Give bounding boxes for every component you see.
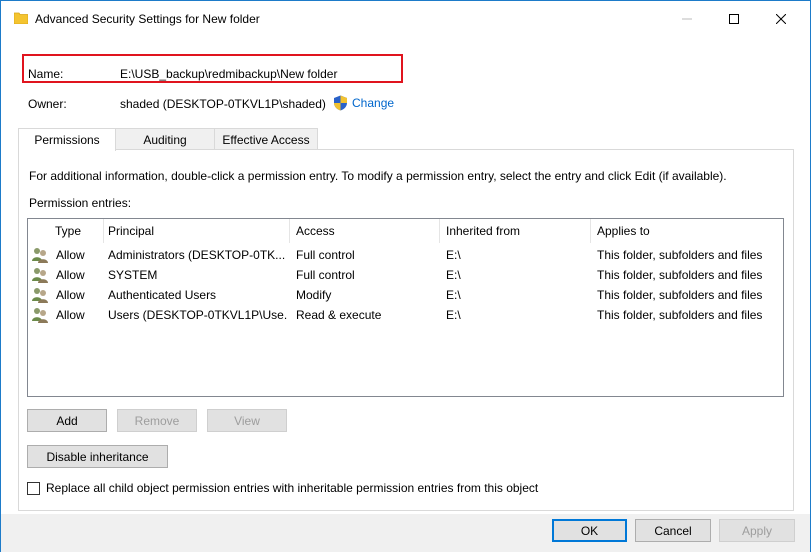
- view-button-label: View: [234, 413, 260, 428]
- info-text: For additional information, double-click…: [29, 169, 727, 183]
- users-icon: [32, 308, 48, 323]
- table-row[interactable]: Allow Authenticated Users Modify E:\ Thi…: [28, 285, 783, 305]
- ok-button-label: OK: [580, 523, 599, 538]
- tab-permissions[interactable]: Permissions: [18, 128, 116, 151]
- minimize-icon: [682, 18, 692, 20]
- table-row[interactable]: Allow Administrators (DESKTOP-0TK... Ful…: [28, 245, 783, 265]
- tab-permissions-label: Permissions: [34, 133, 100, 147]
- column-header-inherited-from[interactable]: Inherited from: [440, 219, 591, 243]
- permission-entries-list[interactable]: Type Principal Access Inherited from App…: [27, 218, 784, 397]
- cell-applies-to: This folder, subfolders and files: [597, 288, 763, 302]
- apply-button[interactable]: Apply: [719, 519, 795, 542]
- disable-inheritance-button[interactable]: Disable inheritance: [27, 445, 168, 468]
- add-button-label: Add: [56, 413, 78, 428]
- cell-type: Allow: [56, 268, 85, 282]
- tab-effective-access[interactable]: Effective Access: [214, 128, 318, 150]
- cancel-button-label: Cancel: [654, 523, 692, 538]
- cell-type: Allow: [56, 288, 85, 302]
- close-icon: [776, 14, 786, 24]
- table-row[interactable]: Allow Users (DESKTOP-0TKVL1P\Use... Read…: [28, 305, 783, 325]
- remove-button[interactable]: Remove: [117, 409, 197, 432]
- permission-entries-label: Permission entries:: [29, 196, 132, 210]
- owner-value: shaded (DESKTOP-0TKVL1P\shaded): [120, 97, 326, 111]
- replace-child-permissions-row[interactable]: Replace all child object permission entr…: [27, 481, 538, 495]
- cell-applies-to: This folder, subfolders and files: [597, 308, 763, 322]
- cell-inherited-from: E:\: [446, 288, 461, 302]
- replace-child-permissions-checkbox[interactable]: [27, 481, 40, 495]
- cell-applies-to: This folder, subfolders and files: [597, 268, 763, 282]
- cell-access: Full control: [296, 248, 355, 262]
- column-header-applies-to[interactable]: Applies to: [591, 219, 783, 243]
- tab-auditing[interactable]: Auditing: [115, 128, 215, 150]
- table-row[interactable]: Allow SYSTEM Full control E:\ This folde…: [28, 265, 783, 285]
- users-icon: [32, 248, 48, 263]
- change-link-label: Change: [352, 96, 395, 110]
- list-header: Type Principal Access Inherited from App…: [28, 219, 783, 243]
- ok-button[interactable]: OK: [552, 519, 627, 542]
- change-owner-link[interactable]: Change: [333, 95, 394, 111]
- column-header-type[interactable]: Type: [49, 219, 104, 243]
- folder-icon: [14, 12, 28, 24]
- column-header-principal[interactable]: Principal: [102, 219, 290, 243]
- cell-inherited-from: E:\: [446, 268, 461, 282]
- tab-auditing-label: Auditing: [143, 132, 187, 147]
- cell-type: Allow: [56, 308, 85, 322]
- apply-button-label: Apply: [741, 523, 773, 538]
- remove-button-label: Remove: [134, 413, 180, 428]
- disable-inheritance-label: Disable inheritance: [46, 449, 149, 464]
- cell-principal: SYSTEM: [108, 268, 158, 282]
- cell-inherited-from: E:\: [446, 308, 461, 322]
- advanced-security-dialog: Advanced Security Settings for New folde…: [0, 0, 811, 552]
- minimize-button[interactable]: [664, 1, 710, 37]
- cell-inherited-from: E:\: [446, 248, 461, 262]
- window-title: Advanced Security Settings for New folde…: [35, 12, 260, 26]
- title-bar[interactable]: Advanced Security Settings for New folde…: [1, 1, 810, 37]
- add-button[interactable]: Add: [27, 409, 107, 432]
- users-icon: [32, 268, 48, 283]
- cell-principal: Authenticated Users: [108, 288, 217, 302]
- cell-principal: Users (DESKTOP-0TKVL1P\Use...: [108, 308, 288, 322]
- cell-type: Allow: [56, 248, 85, 262]
- users-icon: [32, 288, 48, 303]
- cell-access: Modify: [296, 288, 332, 302]
- cell-principal: Administrators (DESKTOP-0TK...: [108, 248, 286, 262]
- column-header-access[interactable]: Access: [290, 219, 440, 243]
- maximize-button[interactable]: [711, 1, 757, 37]
- cell-applies-to: This folder, subfolders and files: [597, 248, 763, 262]
- close-button[interactable]: [758, 1, 804, 37]
- owner-highlight-box: [22, 54, 403, 83]
- cell-access: Read & execute: [296, 308, 382, 322]
- owner-label: Owner:: [28, 97, 67, 111]
- cell-access: Full control: [296, 268, 355, 282]
- cancel-button[interactable]: Cancel: [635, 519, 711, 542]
- dialog-footer: OK Cancel Apply: [1, 514, 810, 552]
- tab-effective-access-label: Effective Access: [222, 132, 310, 147]
- uac-shield-icon: [334, 95, 347, 111]
- view-button[interactable]: View: [207, 409, 287, 432]
- maximize-icon: [729, 14, 739, 24]
- replace-child-permissions-label: Replace all child object permission entr…: [46, 481, 539, 495]
